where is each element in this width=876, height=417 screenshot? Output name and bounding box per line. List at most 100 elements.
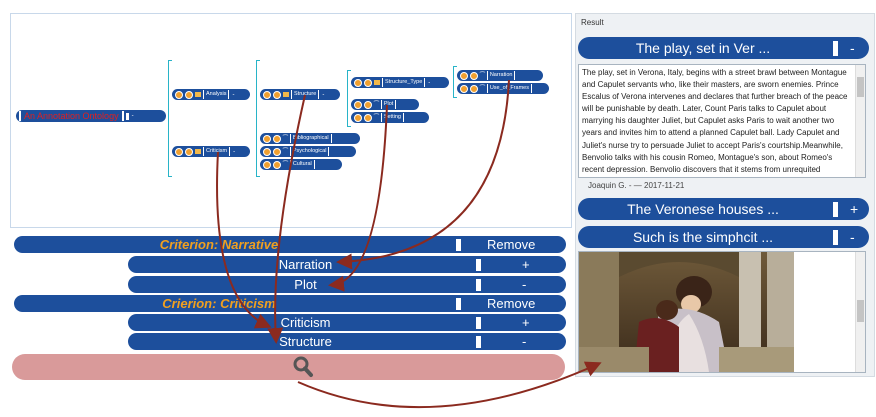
tree-node-collapse[interactable]: -: [428, 80, 430, 86]
scrollbar-thumb[interactable]: [857, 300, 864, 322]
result-entry-toggle[interactable]: -: [850, 37, 855, 59]
criterion-item-handle: [476, 335, 481, 348]
tree-root-collapse[interactable]: -: [132, 113, 134, 119]
criterion-item-structure: Structure -: [128, 333, 566, 350]
tree-node-collapse[interactable]: -: [232, 92, 234, 98]
tree-root-handle: [125, 112, 129, 120]
result-image-box[interactable]: [578, 251, 866, 373]
tree-node-setting[interactable]: ⁀ Setting: [351, 112, 429, 123]
criterion-criticism-bar: Crierion: Criticism Remove: [14, 295, 566, 312]
tree-bracket: [256, 60, 260, 177]
criterion-item-handle: [476, 316, 481, 329]
result-panel-title: Result: [581, 18, 604, 27]
tree-node-criticism[interactable]: Criticism -: [172, 146, 250, 157]
node-status-icon: [175, 90, 183, 99]
tree-node-label: Plot: [380, 100, 397, 109]
result-text-box[interactable]: The play, set in Verona, Italy, begins w…: [578, 64, 866, 178]
folder-icon: [374, 80, 380, 85]
node-status-icon: [460, 84, 468, 93]
image-scrollbar[interactable]: [855, 252, 865, 372]
tree-root-node[interactable]: An Annotation Ontology -: [16, 110, 166, 122]
tree-node-label: Use_of_Frames: [486, 84, 532, 93]
tree-node-collapse[interactable]: -: [322, 92, 324, 98]
result-entry-label: Such is the simphcit ...: [632, 229, 774, 245]
node-status-icon: [185, 147, 193, 156]
search-icon[interactable]: [290, 354, 316, 380]
tree-node-psychological[interactable]: ⁀ Psychological: [260, 146, 356, 157]
criterion-narrative-bar: Criterion: Narrative Remove: [14, 236, 566, 253]
node-status-icon: [263, 147, 271, 156]
tree-node-narration[interactable]: ⁀ Narration: [457, 70, 543, 81]
criterion-item-label: Structure: [279, 334, 332, 349]
node-status-icon: [263, 160, 271, 169]
node-status-icon: [354, 100, 362, 109]
criterion-title: Criterion: Narrative: [159, 237, 279, 252]
node-status-icon: [364, 113, 372, 122]
paperclip-icon: ⁀: [480, 73, 485, 79]
paperclip-icon: ⁀: [480, 86, 485, 92]
criterion-item-toggle[interactable]: -: [522, 276, 526, 293]
tree-node-label: Structure_Type: [382, 78, 426, 87]
remove-criterion-button[interactable]: Remove: [487, 295, 535, 312]
criterion-item-label: Plot: [294, 277, 317, 292]
criterion-item-plot: Plot -: [128, 276, 566, 293]
result-entry[interactable]: The play, set in Ver ... -: [578, 37, 869, 59]
text-scrollbar[interactable]: [855, 65, 865, 177]
node-status-icon: [470, 84, 478, 93]
paperclip-icon: ⁀: [374, 102, 379, 108]
tree-node-cultural[interactable]: ⁀ Cultural: [260, 159, 342, 170]
tree-node-structure-type[interactable]: Structure_Type -: [351, 77, 449, 88]
tree-node-label: Setting: [380, 113, 404, 122]
folder-icon: [283, 92, 289, 97]
node-status-icon: [470, 71, 478, 80]
criterion-item-label: Criticism: [280, 315, 331, 330]
criterion-item-toggle[interactable]: -: [522, 333, 526, 350]
tree-bracket: [453, 66, 457, 98]
author-date: Joaquin G. - — 2017-11-21: [588, 181, 685, 190]
tree-node-use-of-frames[interactable]: ⁀ Use_of_Frames: [457, 83, 549, 94]
tree-node-collapse[interactable]: -: [233, 149, 235, 155]
criterion-handle: [456, 238, 461, 251]
result-entry-handle: [833, 202, 838, 217]
folder-icon: [195, 149, 201, 154]
criterion-item-narration: Narration +: [128, 256, 566, 273]
tree-node-analysis[interactable]: Analysis -: [172, 89, 250, 100]
criterion-item-handle: [476, 258, 481, 271]
tree-node-label: Bibliographical: [289, 134, 332, 143]
result-entry-toggle[interactable]: +: [850, 198, 858, 220]
tree-node-plot[interactable]: ⁀ Plot: [351, 99, 419, 110]
node-status-icon: [175, 147, 183, 156]
search-bar[interactable]: [12, 354, 565, 380]
result-entry[interactable]: Such is the simphcit ... -: [578, 226, 869, 248]
result-entry-handle: [833, 41, 838, 56]
result-entry[interactable]: The Veronese houses ... +: [578, 198, 869, 220]
node-status-icon: [273, 90, 281, 99]
paperclip-icon: ⁀: [283, 136, 288, 142]
tree-node-label: Structure: [291, 90, 320, 99]
result-entry-handle: [833, 230, 838, 245]
criterion-title: Crierion: Criticism: [162, 296, 276, 311]
node-status-icon: [185, 90, 193, 99]
paperclip-icon: ⁀: [283, 162, 288, 168]
node-status-icon: [460, 71, 468, 80]
node-status-icon: [273, 160, 281, 169]
criterion-item-toggle[interactable]: +: [522, 314, 530, 331]
tree-node-bibliographical[interactable]: ⁀ Bibliographical: [260, 133, 360, 144]
result-entry-label: The play, set in Ver ...: [635, 40, 771, 56]
tree-node-structure[interactable]: Structure -: [260, 89, 340, 100]
node-status-icon: [273, 134, 281, 143]
node-status-icon: [263, 134, 271, 143]
node-status-icon: [354, 113, 362, 122]
scrollbar-thumb[interactable]: [857, 77, 864, 97]
paperclip-icon: ⁀: [283, 149, 288, 155]
result-entry-toggle[interactable]: -: [850, 226, 855, 248]
tree-node-label: Narration: [486, 71, 516, 80]
criterion-item-toggle[interactable]: +: [522, 256, 530, 273]
node-status-icon: [364, 78, 372, 87]
tree-node-label: Cultural: [289, 160, 315, 169]
result-entry-label: The Veronese houses ...: [627, 201, 779, 217]
tree-root-label: An Annotation Ontology: [19, 111, 124, 121]
tree-bracket: [168, 60, 172, 177]
folder-icon: [195, 92, 201, 97]
remove-criterion-button[interactable]: Remove: [487, 236, 535, 253]
